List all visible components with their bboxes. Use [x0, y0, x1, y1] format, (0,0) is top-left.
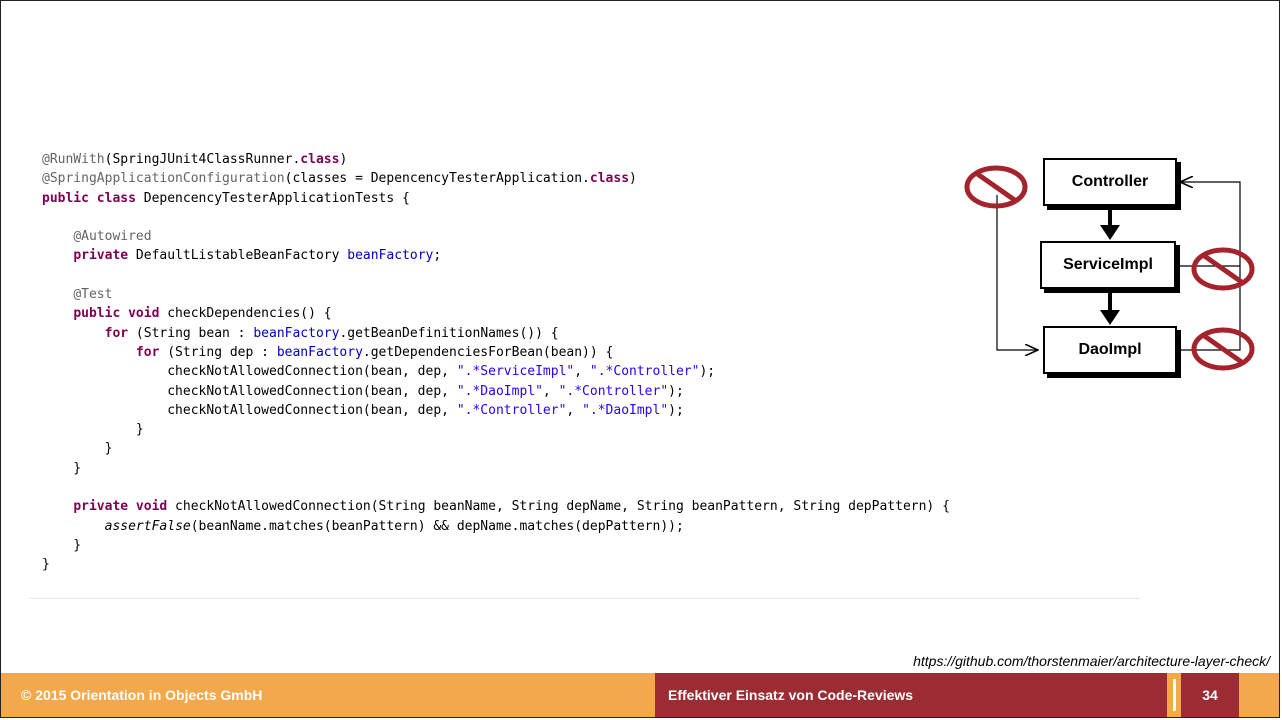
- controller-box: Controller: [1043, 158, 1177, 206]
- code-token: checkNotAllowedConnection(String beanNam…: [167, 499, 950, 515]
- code-line: checkNotAllowedConnection(bean, dep, ".*…: [42, 362, 950, 381]
- code-token: );: [668, 402, 684, 418]
- dao-impl-box: DaoImpl: [1043, 326, 1177, 374]
- code-token: ,: [574, 364, 590, 380]
- code-token: public class: [42, 190, 136, 206]
- code-token: DepencencyTesterApplicationTests {: [135, 190, 410, 206]
- code-token: DefaultListableBeanFactory: [128, 248, 348, 264]
- code-token: private void: [73, 499, 168, 515]
- architecture-diagram: Controller ServiceImpl DaoImpl: [960, 150, 1260, 380]
- code-token: (beanName.matches(beanPattern) && depNam…: [190, 518, 684, 534]
- code-line: private DefaultListableBeanFactory beanF…: [42, 246, 950, 265]
- forbidden-arrow-controller-to-dao: [996, 195, 1038, 350]
- code-token: ".*DaoImpl": [582, 402, 669, 418]
- code-token: class: [589, 171, 630, 187]
- code-token: ".*ServiceImpl": [456, 364, 575, 380]
- code-token: beanFactory: [276, 344, 363, 360]
- code-token: private: [73, 248, 129, 264]
- code-token: beanFactory: [253, 325, 340, 341]
- code-token: checkNotAllowedConnection(bean, dep,: [42, 383, 457, 399]
- code-line: @RunWith(SpringJUnit4ClassRunner.class): [42, 150, 950, 169]
- code-line: checkNotAllowedConnection(bean, dep, ".*…: [42, 382, 950, 401]
- code-token: }: [42, 537, 82, 553]
- code-token: ".*DaoImpl": [456, 383, 543, 399]
- code-token: beanFactory: [347, 248, 434, 264]
- arrow-service-to-dao: [1100, 287, 1120, 325]
- code-line: @SpringApplicationConfiguration(classes …: [42, 169, 950, 188]
- code-line: }: [42, 420, 950, 439]
- code-token: }: [42, 557, 50, 573]
- code-line: checkNotAllowedConnection(bean, dep, ".*…: [42, 401, 950, 420]
- code-token: ".*Controller": [456, 402, 567, 418]
- code-token: );: [668, 383, 684, 399]
- code-token: checkNotAllowedConnection(bean, dep,: [42, 402, 457, 418]
- code-token: (SpringJUnit4ClassRunner.: [104, 152, 301, 167]
- code-token: ".*Controller": [589, 364, 700, 380]
- code-token: class: [300, 152, 340, 167]
- code-token: @SpringApplicationConfiguration: [42, 171, 285, 187]
- code-token: .getDependenciesForBean(bean)) {: [362, 344, 614, 360]
- code-line: @Test: [42, 285, 950, 304]
- code-token: public void: [73, 306, 160, 322]
- code-token: (String dep :: [159, 344, 277, 360]
- code-token: }: [42, 460, 82, 476]
- code-token: }: [42, 441, 113, 457]
- code-token: for: [104, 325, 129, 341]
- code-token: .getBeanDefinitionNames()) {: [339, 325, 559, 341]
- arrow-controller-to-service: [1100, 203, 1120, 240]
- code-line: @Autowired: [42, 227, 950, 246]
- code-token: ,: [566, 402, 583, 418]
- code-token: @RunWith: [42, 152, 105, 167]
- code-token: ;: [433, 248, 442, 264]
- footer-divider: [1173, 679, 1176, 711]
- code-line: }: [42, 555, 950, 574]
- forbidden-sign-icon: [1191, 247, 1255, 291]
- forbidden-sign-icon: [964, 165, 1028, 209]
- code-line: for (String bean : beanFactory.getBeanDe…: [42, 324, 950, 343]
- code-token: (String bean :: [128, 325, 254, 341]
- code-line: }: [42, 536, 950, 555]
- code-token: checkNotAllowedConnection(bean, dep,: [42, 364, 457, 380]
- code-line: public void checkDependencies() {: [42, 304, 950, 323]
- code-token: ,: [542, 383, 559, 399]
- code-token: );: [699, 364, 716, 380]
- code-token: @Test: [73, 287, 113, 303]
- code-line: assertFalse(beanName.matches(beanPattern…: [42, 517, 950, 536]
- code-token: checkDependencies() {: [159, 306, 332, 322]
- forbidden-sign-icon: [1191, 327, 1255, 371]
- code-token: (classes = DepencencyTesterApplication.: [284, 171, 590, 187]
- code-line: public class DepencencyTesterApplication…: [42, 189, 950, 208]
- code-line: }: [42, 459, 950, 478]
- copyright-text: © 2015 Orientation in Objects GmbH: [21, 687, 263, 703]
- code-line: private void checkNotAllowedConnection(S…: [42, 497, 950, 516]
- service-impl-box: ServiceImpl: [1040, 241, 1176, 289]
- code-token: assertFalse: [104, 518, 191, 534]
- slide-footer: © 2015 Orientation in Objects GmbH Effek…: [1, 673, 1279, 717]
- code-token: ): [339, 152, 348, 167]
- talk-title: Effektiver Einsatz von Code-Reviews: [655, 673, 1167, 717]
- page-number: 34: [1181, 673, 1239, 717]
- code-line: for (String dep : beanFactory.getDepende…: [42, 343, 950, 362]
- code-token: }: [42, 422, 144, 438]
- code-token: ): [629, 171, 637, 187]
- code-token: for: [135, 344, 160, 360]
- code-token: ".*Controller": [558, 383, 669, 399]
- source-url[interactable]: https://github.com/thorstenmaier/archite…: [913, 653, 1270, 669]
- code-block: @RunWith(SpringJUnit4ClassRunner.class) @…: [42, 150, 950, 575]
- code-token: @Autowired: [73, 229, 152, 245]
- code-line: }: [42, 439, 950, 458]
